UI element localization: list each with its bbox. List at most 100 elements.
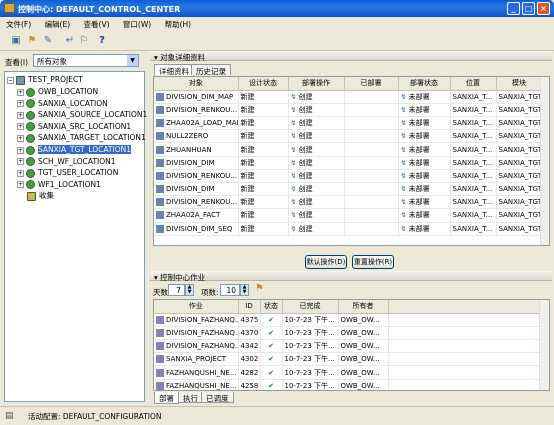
- table-row[interactable]: DIVISION_FAZHANQ... 4342 ✔ 10-7-23 下午... OWB…: [154, 339, 542, 354]
- jobs-column-header[interactable]: ID: [238, 300, 261, 314]
- help-icon[interactable]: ?: [96, 35, 108, 47]
- default-action-button[interactable]: 默认操作(D): [305, 255, 347, 269]
- details-column-header[interactable]: 已部署: [344, 77, 399, 91]
- table-cell: DIVISION_DIM: [154, 182, 239, 197]
- tree-item[interactable]: + SANXIA_SRC_LOCATION1: [17, 121, 131, 132]
- tree-root[interactable]: − TEST_PROJECT: [7, 74, 83, 85]
- tree-item[interactable]: + SCH_WF_LOCATION1: [17, 156, 116, 167]
- table-row[interactable]: ZHUANHUAN 新建 ↯ 创建 ↯ 未部署 SANXIA_T... SANXIA_TG…: [154, 142, 543, 157]
- table-row[interactable]: ZHAA02A_FACT 新建 ↯ 创建 ↯ 未部署 SANXIA_T... SANXIA…: [154, 208, 543, 223]
- details-column-header[interactable]: 位置: [450, 77, 497, 91]
- tree-item[interactable]: + WF1_LOCATION1: [17, 179, 101, 190]
- jobs-column-header[interactable]: 作业: [154, 300, 239, 314]
- table-row[interactable]: DIVISION_DIM_MAP 新建 ↯ 创建 ↯ 未部署 SANXIA_T... SA…: [154, 90, 543, 104]
- table-row[interactable]: DIVISION_RENKOU... 新建 ↯ 创建 ↯ 未部署 SANXIA_T...…: [154, 169, 543, 184]
- table-row[interactable]: ZHAA02A_LOAD_MAP 新建 ↯ 创建 ↯ 未部署 SANXIA_T... SA…: [154, 116, 543, 131]
- tab-details[interactable]: 详细资料: [154, 64, 194, 76]
- menu-file[interactable]: 文件(F): [6, 20, 31, 29]
- details-column-header[interactable]: 部署操作: [288, 77, 345, 91]
- table-cell: DIVISION_RENKOU...: [154, 195, 239, 210]
- menu-window[interactable]: 窗口(W): [123, 20, 151, 29]
- tree-item[interactable]: + SANXIA_LOCATION: [17, 98, 108, 109]
- table-row[interactable]: FAZHANQUSHI_NE... 4282 ✔ 10-7-23 下午... OWB_O…: [154, 365, 542, 380]
- jobs-scrollbar[interactable]: [539, 300, 549, 390]
- tree-item[interactable]: + SANXIA_SOURCE_LOCATION1: [17, 109, 147, 120]
- menu-edit[interactable]: 编辑(E): [45, 20, 71, 29]
- table-row[interactable]: FAZHANQUSHI_NE... 4258 ✔ 10-7-23 下午... OWB_O…: [154, 379, 542, 390]
- table-row[interactable]: DIVISION_RENKOU... 新建 ↯ 创建 ↯ 未部署 SANXIA_T...…: [154, 195, 543, 210]
- stepper-arrows-icon[interactable]: ▲ ▼: [240, 284, 249, 296]
- collapse-icon[interactable]: −: [7, 76, 14, 84]
- expand-icon[interactable]: +: [17, 100, 24, 108]
- expand-icon[interactable]: +: [17, 88, 24, 96]
- tree-item[interactable]: + OWB_LOCATION: [17, 86, 98, 97]
- tree-root-label: TEST_PROJECT: [28, 75, 83, 84]
- refresh-icon[interactable]: ↵: [64, 35, 76, 47]
- cell-text: SANXIA_TGT: [498, 198, 542, 207]
- table-row[interactable]: DIVISION_DIM_SEQ 新建 ↯ 创建 ↯ 未部署 SANXIA_T... SA…: [154, 222, 543, 236]
- view-select[interactable]: 所有对象 ▼: [33, 54, 139, 67]
- table-row[interactable]: DIVISION_DIM 新建 ↯ 创建 ↯ 未部署 SANXIA_T... SANXIA…: [154, 182, 543, 197]
- items-stepper[interactable]: 10 ▲ ▼: [220, 284, 249, 296]
- expand-icon[interactable]: +: [17, 146, 24, 154]
- tree-item-label: OWB_LOCATION: [38, 87, 99, 96]
- details-column-header[interactable]: 设计状态: [238, 77, 289, 91]
- refresh-jobs-icon[interactable]: ⚑: [255, 283, 264, 294]
- cell-text: 创建: [298, 185, 313, 194]
- details-column-header[interactable]: 部署状态: [398, 77, 451, 91]
- maximize-button[interactable]: □: [522, 2, 535, 15]
- minimize-button[interactable]: _: [507, 2, 520, 15]
- details-scrollbar[interactable]: [540, 77, 549, 245]
- expand-icon[interactable]: +: [17, 181, 24, 189]
- expand-icon[interactable]: +: [17, 134, 24, 142]
- jobs-column-header[interactable]: 已完成: [282, 300, 339, 314]
- create-icon: ↯: [290, 145, 299, 154]
- menu-view[interactable]: 查看(V): [84, 20, 110, 29]
- start-icon[interactable]: ⚑: [26, 35, 38, 47]
- details-column-header[interactable]: 对象: [154, 77, 239, 91]
- table-cell: ↯ 未部署: [398, 90, 451, 104]
- jobs-column-header[interactable]: 状态: [260, 300, 283, 314]
- table-row[interactable]: NULL2ZERO 新建 ↯ 创建 ↯ 未部署 SANXIA_T... SANXIA_TG…: [154, 129, 543, 144]
- cell-text: 新建: [240, 211, 255, 220]
- cell-text: SANXIA_T...: [452, 119, 493, 128]
- deploy-icon[interactable]: ▣: [10, 35, 22, 47]
- days-stepper[interactable]: 7 ▲ ▼: [168, 284, 194, 296]
- tree-item[interactable]: + SANXIA_TARGET_LOCATION1: [17, 132, 146, 143]
- tree-item[interactable]: 收集: [27, 190, 54, 201]
- cell-text: DIVISION_RENKOU...: [166, 198, 238, 207]
- undeployed-icon: ↯: [400, 171, 409, 180]
- stop-icon[interactable]: ⚐: [78, 35, 90, 47]
- stepper-arrows-icon[interactable]: ▲ ▼: [185, 284, 194, 296]
- tab-history[interactable]: 历史记录: [191, 64, 231, 76]
- tree-item[interactable]: + SANXIA_TGT_LOCATION1: [17, 144, 132, 155]
- table-row[interactable]: DIVISION_DIM 新建 ↯ 创建 ↯ 未部署 SANXIA_T... SANXIA…: [154, 156, 543, 170]
- expand-icon[interactable]: +: [17, 158, 24, 166]
- tab-scheduled[interactable]: 已调度: [201, 392, 234, 403]
- tab-execute[interactable]: 执行: [178, 392, 203, 403]
- close-button[interactable]: ×: [537, 2, 550, 15]
- expand-icon[interactable]: +: [17, 111, 24, 119]
- menu-help[interactable]: 帮助(H): [165, 20, 192, 29]
- mapping-icon: [156, 119, 164, 128]
- reset-action-button[interactable]: 重置操作(R): [352, 255, 394, 269]
- properties-icon[interactable]: ✎: [42, 35, 54, 47]
- cell-text: ZHAA02A_FACT: [166, 211, 221, 220]
- cell-text: 未部署: [408, 92, 430, 101]
- table-cell: ↯ 未部署: [398, 208, 451, 223]
- tree-item[interactable]: + TGT_USER_LOCATION: [17, 167, 118, 178]
- table-row[interactable]: SANXIA_PROJECT 4302 ✔ 10-7-23 下午... OWB_OW..…: [154, 352, 542, 367]
- tree-item-label: SANXIA_SOURCE_LOCATION1: [38, 110, 148, 120]
- jobs-column-header[interactable]: 所有者: [338, 300, 389, 314]
- table-row[interactable]: DIVISION_RENKOU... 新建 ↯ 创建 ↯ 未部署 SANXIA_T...…: [154, 103, 543, 118]
- expand-icon[interactable]: +: [17, 123, 24, 131]
- table-row[interactable]: DIVISION_FAZHANQ... 4370 ✔ 10-7-23 下午... OWB…: [154, 326, 542, 341]
- expand-icon[interactable]: +: [17, 169, 24, 177]
- tab-deploy[interactable]: 部署: [154, 392, 179, 404]
- table-cell: DIVISION_DIM: [154, 156, 239, 170]
- chevron-down-icon[interactable]: ▼: [127, 55, 138, 66]
- table-cell: OWB_OW...: [338, 352, 389, 367]
- table-row[interactable]: DIVISION_FAZHANQ... 4375 ✔ 10-7-23 下午... OWB…: [154, 313, 542, 327]
- details-column-header[interactable]: 模块: [496, 77, 543, 91]
- cell-text: 4282: [240, 368, 259, 377]
